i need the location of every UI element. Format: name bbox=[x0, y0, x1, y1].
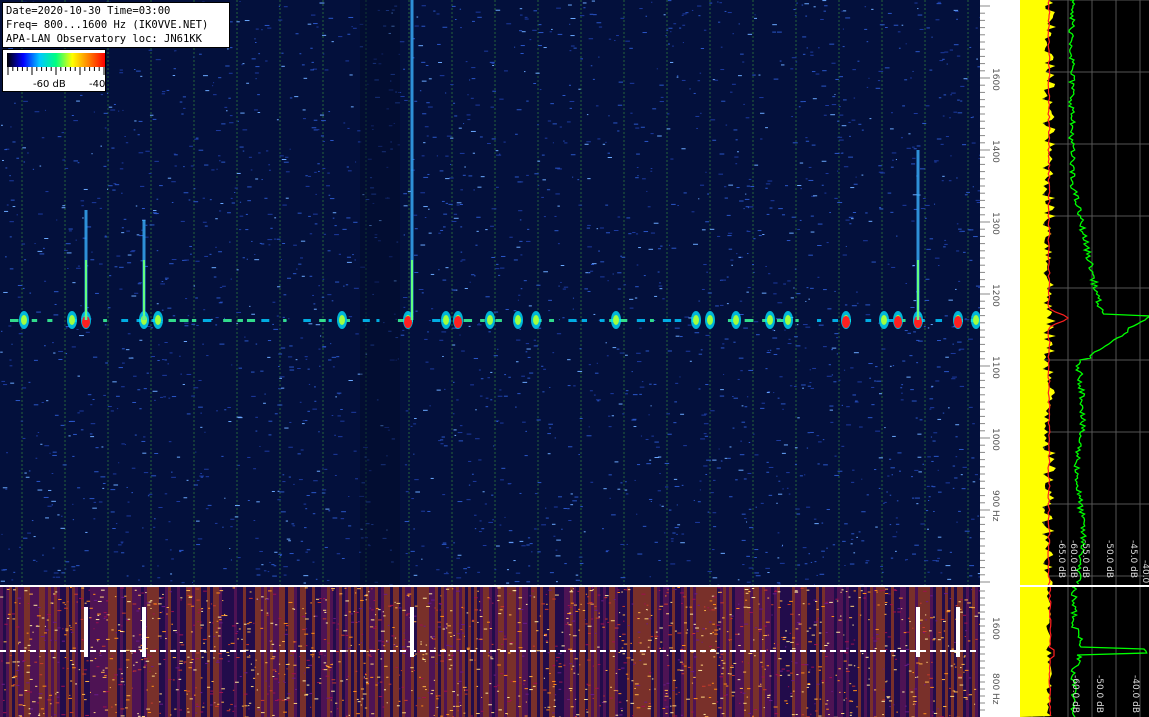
db-label: -45.0 dB bbox=[1128, 540, 1138, 579]
db-label: -65.0 dB bbox=[1056, 540, 1066, 579]
info-freq-line: Freq= 800...1600 Hz (IK0VVE.NET) bbox=[6, 19, 209, 32]
lower-db-label: -40.0 dB bbox=[1130, 675, 1140, 714]
colorbar-label-high: -40 bbox=[89, 79, 106, 90]
freq-tick-label: 1200 bbox=[990, 284, 1000, 307]
freq-tick-label: 1600 bbox=[990, 68, 1000, 91]
info-location-line: APA-LAN Observatory loc: JN61KK bbox=[6, 33, 202, 46]
panel-separator bbox=[0, 585, 1149, 587]
frequency-axis-ticks bbox=[980, 5, 990, 583]
info-box: Date=2020-10-30 Time=03:00 Freq= 800...1… bbox=[2, 2, 230, 48]
info-date-line: Date=2020-10-30 Time=03:00 bbox=[6, 5, 171, 17]
main-waterfall bbox=[0, 0, 980, 585]
freq-tick-label: 1400 bbox=[990, 140, 1000, 163]
colorbar-label-low: -60 dB bbox=[33, 79, 66, 90]
lower-freq-tick-label: 1600 bbox=[990, 617, 1000, 640]
db-label: -60.0 dB bbox=[1068, 540, 1078, 579]
freq-tick-label: 900 Hz bbox=[990, 490, 1000, 522]
lower-frequency-axis: 1600 800 Hz bbox=[980, 587, 1020, 717]
frequency-axis: 1600 1400 1300 1200 1100 1000 900 Hz bbox=[980, 0, 1020, 585]
lower-waterfall bbox=[0, 587, 980, 717]
freq-tick-label: 1100 bbox=[990, 356, 1000, 379]
colorbar-gradient bbox=[7, 53, 105, 67]
lower-frequency-axis-ticks bbox=[980, 590, 985, 711]
main-waterfall-canvas bbox=[0, 0, 980, 585]
spectrum-plot bbox=[1020, 0, 1149, 585]
spectrum-panel: -65.0 dB -60.0 dB -55.0 dB -50.0 dB -45.… bbox=[1020, 0, 1149, 598]
freq-tick-label: 1300 bbox=[990, 212, 1000, 235]
lower-waterfall-canvas bbox=[0, 587, 980, 717]
colorbar-ticks bbox=[7, 67, 105, 75]
db-label: -55.0 dB bbox=[1080, 540, 1090, 579]
freq-tick-label: 1000 bbox=[990, 428, 1000, 451]
db-label: -50.0 dB bbox=[1104, 540, 1114, 579]
lower-spectrum-panel: -60.0 dB -50.0 dB -40.0 dB bbox=[1020, 587, 1149, 717]
lower-db-label: -50.0 dB bbox=[1094, 675, 1104, 714]
colorbar-legend: -60 dB -40 bbox=[2, 49, 106, 92]
lower-freq-tick-label: 800 Hz bbox=[990, 673, 1000, 705]
lower-db-label: -60.0 dB bbox=[1070, 675, 1080, 714]
